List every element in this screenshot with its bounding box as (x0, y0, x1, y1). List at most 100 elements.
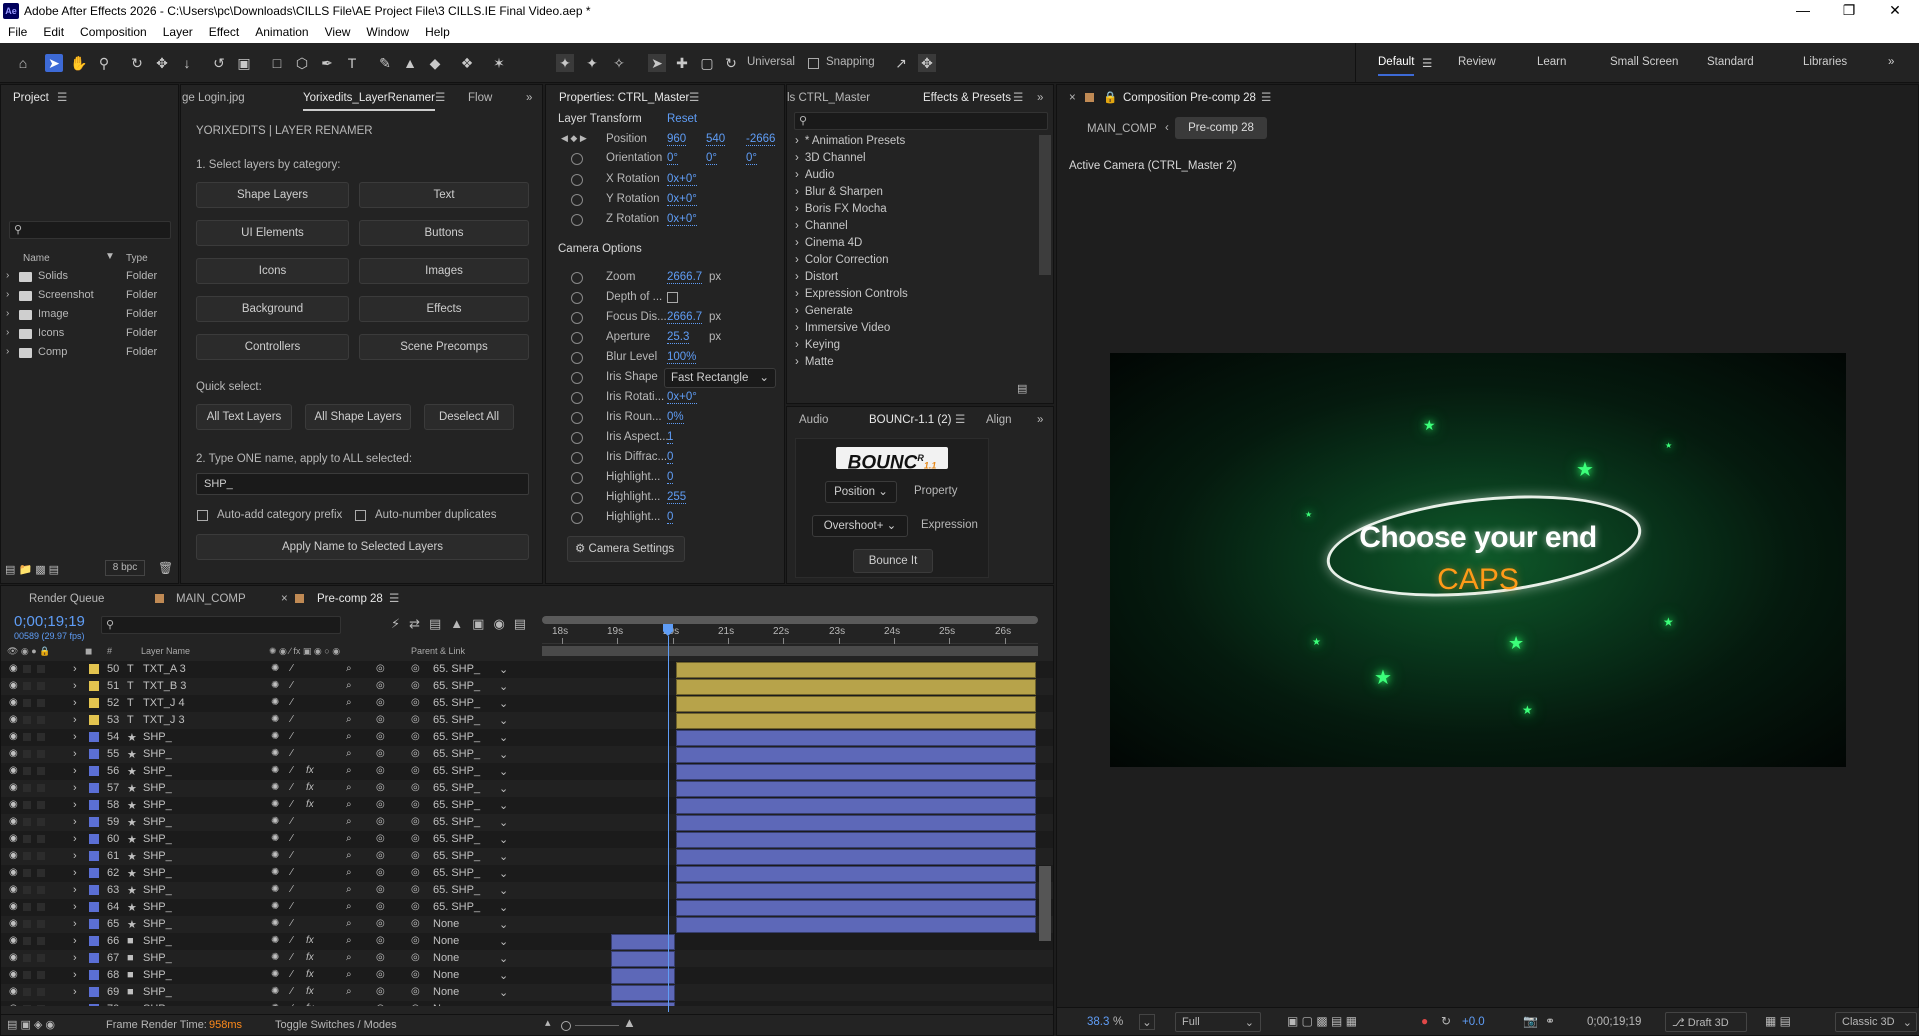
shy-switch-icon[interactable]: ✺ (271, 986, 279, 997)
solo-toggle[interactable] (23, 920, 31, 928)
parent-pickwhip-icon[interactable]: ◎ (411, 918, 420, 929)
parent-chevron-icon[interactable]: ⌄ (499, 867, 508, 880)
visibility-eye-icon[interactable]: ◉ (9, 986, 18, 997)
shy-switch-icon[interactable]: ✺ (271, 969, 279, 980)
tab-flow[interactable]: Flow (468, 85, 492, 111)
zoom-out-icon[interactable]: ▴ (545, 1016, 551, 1029)
layer-name[interactable]: SHP_ (143, 816, 172, 828)
orientation-z[interactable]: 0° (746, 152, 757, 165)
quality-switch-icon[interactable]: ∕ (291, 952, 293, 963)
visibility-eye-icon[interactable]: ◉ (9, 969, 18, 980)
shy-switch-icon[interactable]: ✺ (271, 663, 279, 674)
layer-duration-bar[interactable] (676, 679, 1036, 695)
menu-edit[interactable]: Edit (35, 23, 72, 43)
motion-blur-icon[interactable]: ⌕ (346, 901, 352, 912)
effect-category-item[interactable]: › Blur & Sharpen (795, 186, 883, 198)
fx-switch-icon[interactable]: fx (306, 782, 314, 793)
solo-toggle[interactable] (23, 665, 31, 673)
resolution-select[interactable]: Full ⌄ (1175, 1012, 1261, 1032)
layer-row[interactable]: ◉ › 52 T TXT_J 4 ✺ ∕ ⌕ ◎ ◎ 65. SHP_ ⌄ (1, 695, 1053, 712)
quality-switch-icon[interactable]: ∕ (291, 969, 293, 980)
camera-option-value[interactable]: 0% (667, 411, 684, 424)
parent-chevron-icon[interactable]: ⌄ (499, 1003, 508, 1006)
shy-switch-icon[interactable]: ✺ (271, 935, 279, 946)
stopwatch-icon[interactable] (571, 272, 583, 284)
visibility-eye-icon[interactable]: ◉ (9, 850, 18, 861)
workspace-standard[interactable]: Standard (1707, 56, 1754, 68)
3d-layer-icon[interactable]: ◎ (376, 935, 385, 946)
layer-color-label[interactable] (89, 715, 99, 725)
solo-toggle[interactable] (23, 716, 31, 724)
layer-row[interactable]: ◉ › 66 ■ SHP_ ✺ ∕ fx ⌕ ◎ ◎ None ⌄ (1, 933, 1053, 950)
lock-toggle[interactable] (37, 937, 45, 945)
layer-row[interactable]: ◉ › 57 ★ SHP_ ✺ ∕ fx ⌕ ◎ ◎ 65. SHP_ ⌄ (1, 780, 1053, 797)
quality-switch-icon[interactable]: ∕ (291, 697, 293, 708)
shy-switch-icon[interactable]: ✺ (271, 952, 279, 963)
camera-option-value[interactable]: 2666.7 (667, 271, 703, 284)
rotation-value[interactable]: 0x+0° (667, 193, 697, 206)
layer-row[interactable]: ◉ › 55 ★ SHP_ ✺ ∕ ⌕ ◎ ◎ 65. SHP_ ⌄ (1, 746, 1053, 763)
expand-chevron-icon[interactable]: › (73, 969, 77, 981)
motion-blur-icon[interactable]: ⌕ (346, 952, 352, 963)
layer-name[interactable]: SHP_ (143, 884, 172, 896)
bouncr-menu-icon[interactable]: ☰ (955, 407, 965, 433)
layer-name[interactable]: SHP_ (143, 1003, 172, 1006)
motion-blur-icon[interactable]: ⌕ (346, 782, 352, 793)
view-axis-icon[interactable]: ✧ (610, 54, 628, 72)
lock-toggle[interactable] (37, 784, 45, 792)
parent-chevron-icon[interactable]: ⌄ (499, 799, 508, 812)
breadcrumb-main-comp[interactable]: MAIN_COMP (1087, 123, 1157, 135)
visibility-eye-icon[interactable]: ◉ (9, 748, 18, 759)
timeline-scrollbar[interactable] (1039, 866, 1051, 941)
parent-chevron-icon[interactable]: ⌄ (499, 697, 508, 710)
quality-switch-icon[interactable]: ∕ (291, 680, 293, 691)
layer-duration-bar[interactable] (676, 747, 1036, 763)
shy-switch-icon[interactable]: ✺ (271, 833, 279, 844)
shy-switch-icon[interactable]: ✺ (271, 782, 279, 793)
layer-parent[interactable]: None (433, 935, 459, 947)
workspace-libraries[interactable]: Libraries (1803, 56, 1847, 68)
stopwatch-icon[interactable] (571, 352, 583, 364)
layer-duration-bar[interactable] (676, 781, 1036, 797)
quality-switch-icon[interactable]: ∕ (291, 799, 293, 810)
expand-chevron-icon[interactable]: › (73, 765, 77, 777)
motion-blur-icon[interactable]: ⌕ (346, 731, 352, 742)
fx-switch-icon[interactable]: fx (306, 799, 314, 810)
camera-option-value[interactable]: 100% (667, 351, 697, 364)
layer-parent[interactable]: 65. SHP_ (433, 731, 480, 743)
parent-pickwhip-icon[interactable]: ◎ (411, 986, 420, 997)
close-tab-icon[interactable]: × (1069, 85, 1076, 111)
fx-switch-icon[interactable]: fx (306, 952, 314, 963)
layer-duration-bar[interactable] (611, 968, 675, 984)
tab-properties[interactable]: Properties: CTRL_Master (559, 85, 689, 111)
shy-switch-icon[interactable]: ✺ (271, 799, 279, 810)
expand-chevron-icon[interactable]: › (73, 680, 77, 692)
fx-switch-icon[interactable]: fx (306, 765, 314, 776)
camera-option-value[interactable]: 0x+0° (667, 391, 697, 404)
layer-parent[interactable]: 65. SHP_ (433, 748, 480, 760)
lock-toggle[interactable] (37, 852, 45, 860)
quality-switch-icon[interactable]: ∕ (291, 935, 293, 946)
layer-duration-bar[interactable] (676, 815, 1036, 831)
visibility-eye-icon[interactable]: ◉ (9, 680, 18, 691)
motion-blur-icon[interactable]: ⌕ (346, 867, 352, 878)
parent-pickwhip-icon[interactable]: ◎ (411, 731, 420, 742)
camera-option-value[interactable]: 1 (667, 431, 674, 444)
lock-toggle[interactable] (37, 818, 45, 826)
layer-name[interactable]: SHP_ (143, 952, 172, 964)
column-type[interactable]: Type (126, 253, 148, 264)
menu-layer[interactable]: Layer (155, 23, 201, 43)
workspace-review[interactable]: Review (1458, 56, 1496, 68)
camera-option-value[interactable]: 0 (667, 451, 674, 464)
motion-blur-icon[interactable]: ⌕ (346, 884, 352, 895)
stopwatch-icon[interactable] (571, 452, 583, 464)
layer-parent[interactable]: None (433, 918, 459, 930)
motion-blur-icon[interactable]: ⌕ (346, 969, 352, 980)
universal-label[interactable]: Universal (747, 56, 795, 68)
snapping-label[interactable]: Snapping (826, 56, 875, 68)
category-button-ui-elements[interactable]: UI Elements (196, 220, 349, 246)
layer-name[interactable]: SHP_ (143, 833, 172, 845)
timeline-menu-icon[interactable]: ☰ (389, 586, 399, 612)
solo-toggle[interactable] (23, 971, 31, 979)
roto-brush-icon[interactable]: ❖ (458, 54, 476, 72)
